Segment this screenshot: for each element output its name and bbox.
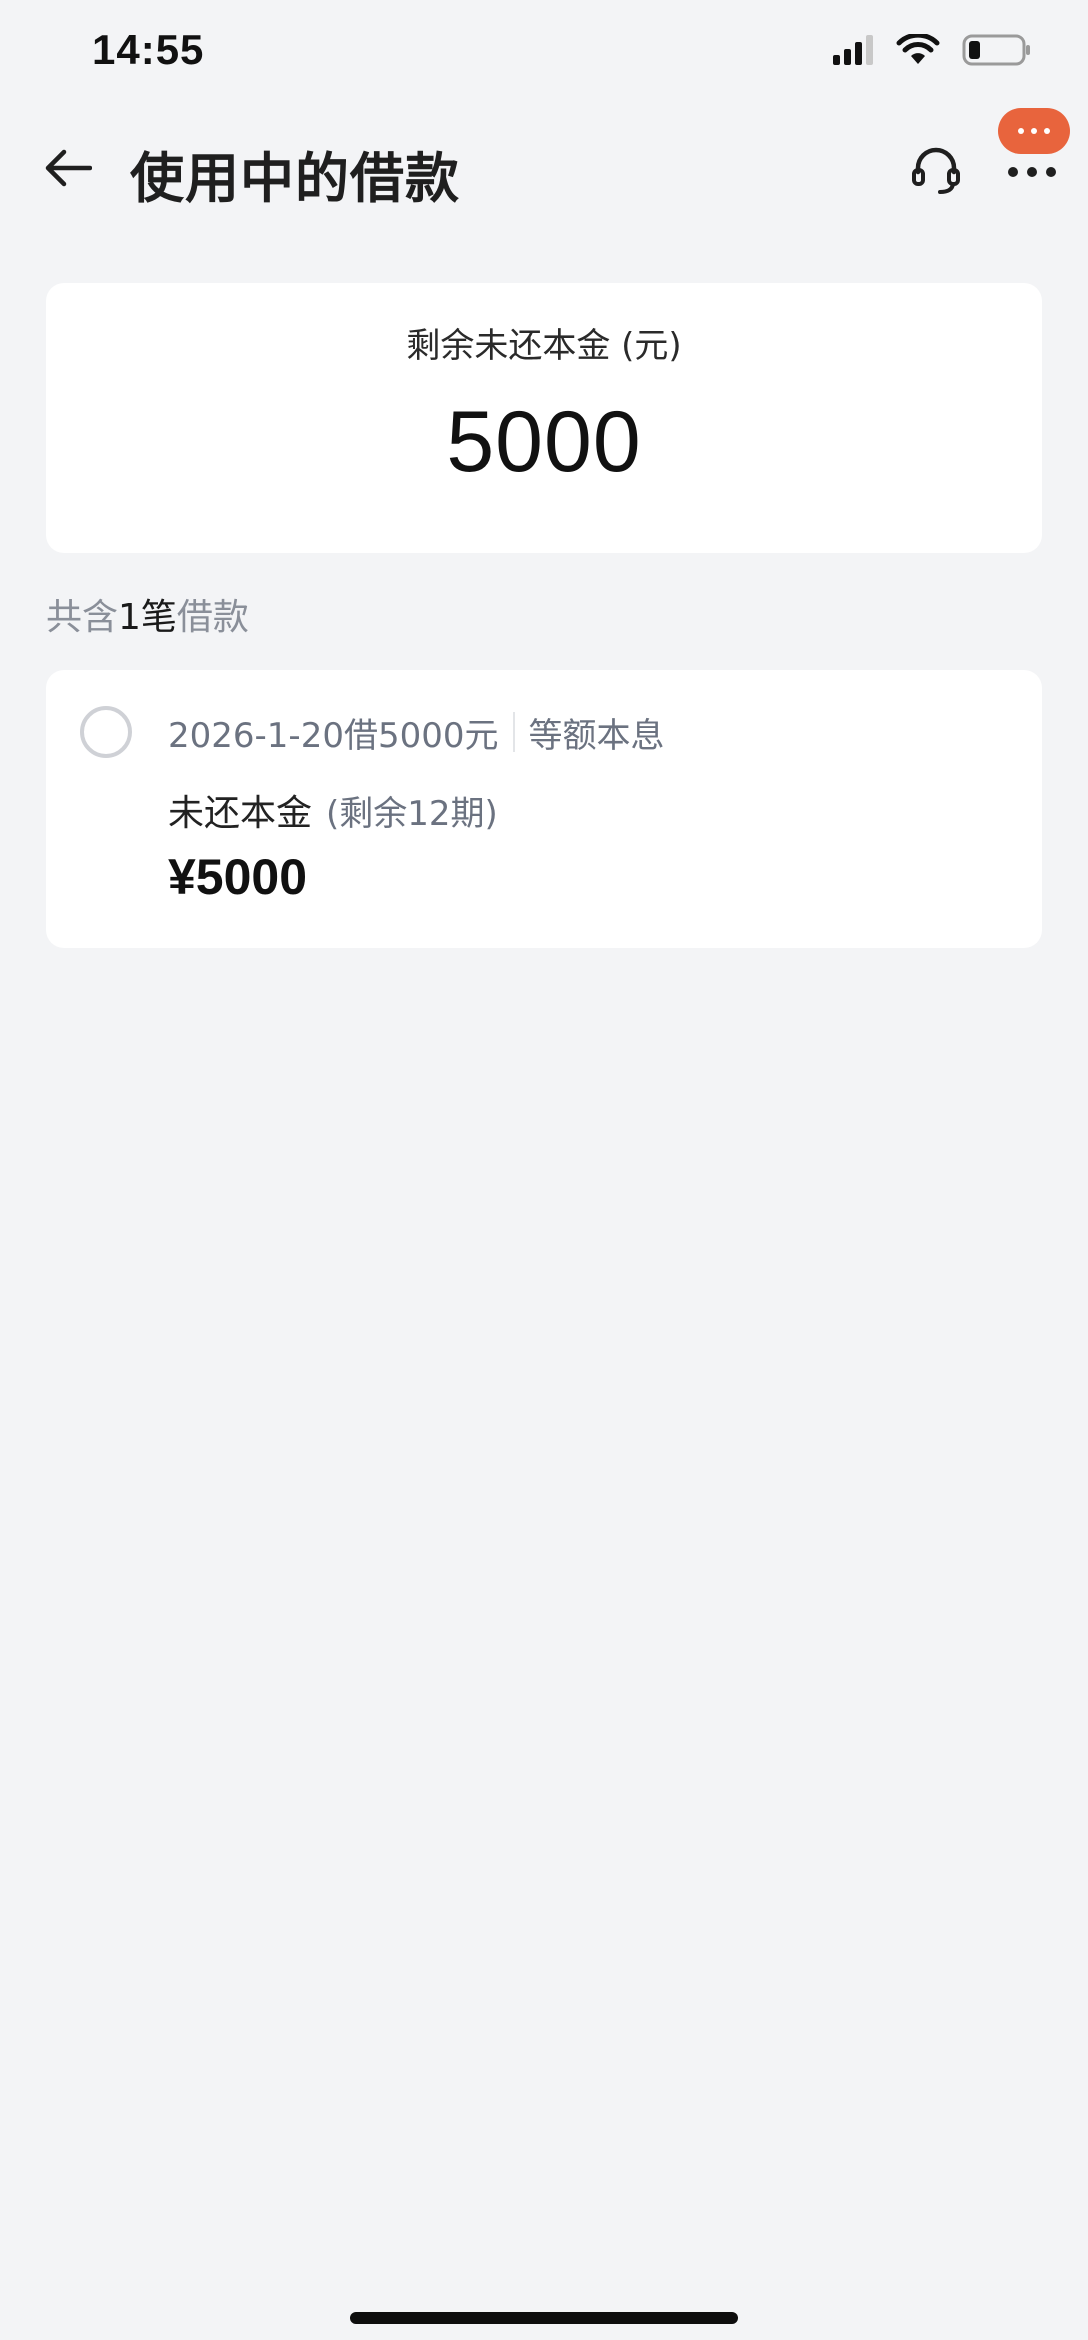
loan-header: 2026-1-20借5000元 等额本息	[168, 706, 665, 758]
loan-principal-label: 未还本金	[168, 793, 313, 834]
repayment-method: 等额本息	[528, 715, 665, 756]
battery-icon	[962, 33, 1032, 71]
signal-icon	[832, 34, 874, 70]
outstanding-principal-amount: 5000	[446, 394, 642, 490]
loan-select-radio[interactable]	[80, 706, 132, 758]
notification-badge[interactable]	[998, 108, 1070, 154]
remaining-periods: (剩余12期)	[326, 794, 498, 834]
status-bar: 14:55	[0, 0, 1088, 100]
loan-item[interactable]: 2026-1-20借5000元 等额本息 未还本金 (剩余12期) ¥5000	[46, 670, 1042, 948]
more-dots-icon	[1007, 163, 1057, 182]
loan-count-value: 1笔	[118, 597, 177, 638]
loan-count: 共含1笔借款	[46, 588, 249, 640]
home-indicator[interactable]	[350, 2312, 738, 2324]
loan-count-prefix: 共含	[46, 597, 119, 638]
page-title: 使用中的借款	[130, 147, 460, 210]
arrow-left-icon	[44, 148, 93, 192]
loan-title: 2026-1-20借5000元	[168, 715, 499, 756]
divider	[512, 712, 515, 752]
loan-principal-row: 未还本金 (剩余12期)	[168, 784, 498, 836]
outstanding-principal-label: 剩余未还本金 (元)	[406, 326, 682, 366]
status-icons	[832, 32, 1032, 72]
nav-bar: 使用中的借款	[0, 108, 1088, 226]
loan-count-suffix: 借款	[176, 597, 249, 638]
wifi-icon	[896, 32, 940, 70]
headset-icon	[908, 142, 964, 202]
back-button[interactable]	[36, 138, 100, 202]
loan-amount: ¥5000	[168, 849, 308, 905]
status-time: 14:55	[92, 26, 205, 73]
customer-service-button[interactable]	[900, 136, 972, 208]
outstanding-principal-card: 剩余未还本金 (元) 5000	[46, 283, 1042, 553]
